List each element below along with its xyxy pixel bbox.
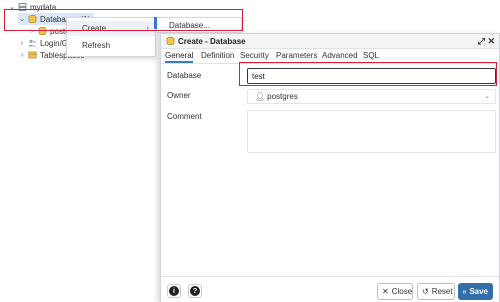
submenu-scroll-marker bbox=[154, 17, 157, 29]
database-icon bbox=[166, 37, 175, 45]
context-menu: Create › Refresh bbox=[66, 17, 156, 57]
owner-value: postgres bbox=[267, 92, 298, 101]
chevron-right-icon: › bbox=[146, 25, 149, 32]
database-name-value: test bbox=[252, 71, 265, 81]
menu-item-label: Database... bbox=[169, 20, 210, 30]
reset-button[interactable]: ↺ Reset bbox=[417, 283, 455, 300]
chevron-right-icon[interactable]: › bbox=[18, 52, 26, 59]
info-icon: i bbox=[169, 286, 179, 296]
menu-item-label: Create bbox=[82, 24, 107, 33]
roles-icon bbox=[28, 39, 37, 47]
reset-label: Reset bbox=[431, 287, 453, 296]
tree-label: mydata bbox=[30, 2, 57, 12]
chevron-down-icon[interactable]: ⌄ bbox=[18, 15, 26, 23]
database-label: Database bbox=[167, 71, 202, 80]
close-label: Close bbox=[391, 287, 413, 296]
context-menu-refresh[interactable]: Refresh bbox=[67, 38, 155, 53]
databases-icon bbox=[28, 15, 37, 23]
owner-select[interactable]: 👤︎ postgres ⌄ bbox=[247, 89, 496, 104]
menu-item-label: Refresh bbox=[82, 41, 111, 50]
dialog-title: Create - Database bbox=[178, 36, 246, 46]
save-button[interactable]: Save bbox=[458, 283, 493, 300]
tab-advanced[interactable]: Advanced bbox=[322, 51, 358, 63]
dialog-header[interactable]: Create - Database ⤢ ✕ bbox=[161, 34, 499, 49]
expand-icon[interactable]: ⤢ bbox=[478, 36, 485, 47]
tablespaces-icon bbox=[28, 51, 37, 59]
owner-label: Owner bbox=[167, 91, 191, 100]
help-button[interactable]: ? bbox=[188, 284, 202, 298]
dialog-footer: i ? ✕ Close ↺ Reset Save bbox=[161, 276, 499, 302]
info-button[interactable]: i bbox=[167, 284, 181, 298]
comment-textarea[interactable] bbox=[247, 110, 496, 153]
chevron-right-icon[interactable]: › bbox=[18, 40, 26, 47]
create-database-dialog: Create - Database ⤢ ✕ General Definition… bbox=[160, 33, 500, 302]
database-icon bbox=[38, 27, 47, 35]
tab-sql[interactable]: SQL bbox=[363, 51, 379, 63]
close-icon: ✕ bbox=[382, 287, 389, 296]
database-name-input[interactable]: test bbox=[247, 68, 496, 84]
tab-general[interactable]: General bbox=[165, 51, 194, 63]
help-icon: ? bbox=[190, 286, 200, 296]
tab-security[interactable]: Security bbox=[240, 51, 269, 63]
save-icon bbox=[463, 290, 467, 293]
chevron-down-icon[interactable]: ⌄ bbox=[484, 92, 490, 100]
tab-parameters[interactable]: Parameters bbox=[276, 51, 317, 63]
comment-label: Comment bbox=[167, 112, 202, 121]
server-icon bbox=[18, 3, 27, 11]
close-button[interactable]: ✕ Close bbox=[377, 283, 413, 300]
reset-icon: ↺ bbox=[422, 287, 429, 296]
context-menu-create[interactable]: Create › bbox=[67, 21, 155, 36]
chevron-right-icon[interactable]: › bbox=[28, 28, 36, 35]
user-icon: 👤︎ bbox=[255, 92, 266, 101]
close-icon[interactable]: ✕ bbox=[487, 36, 495, 47]
tab-definition[interactable]: Definition bbox=[201, 51, 234, 63]
tree-node-mydata[interactable]: ⌄ mydata bbox=[8, 1, 56, 13]
save-label: Save bbox=[469, 287, 488, 296]
dialog-tabs: General Definition Security Parameters A… bbox=[161, 49, 499, 64]
chevron-down-icon[interactable]: ⌄ bbox=[8, 3, 16, 11]
submenu-database[interactable]: Database... bbox=[156, 17, 242, 33]
